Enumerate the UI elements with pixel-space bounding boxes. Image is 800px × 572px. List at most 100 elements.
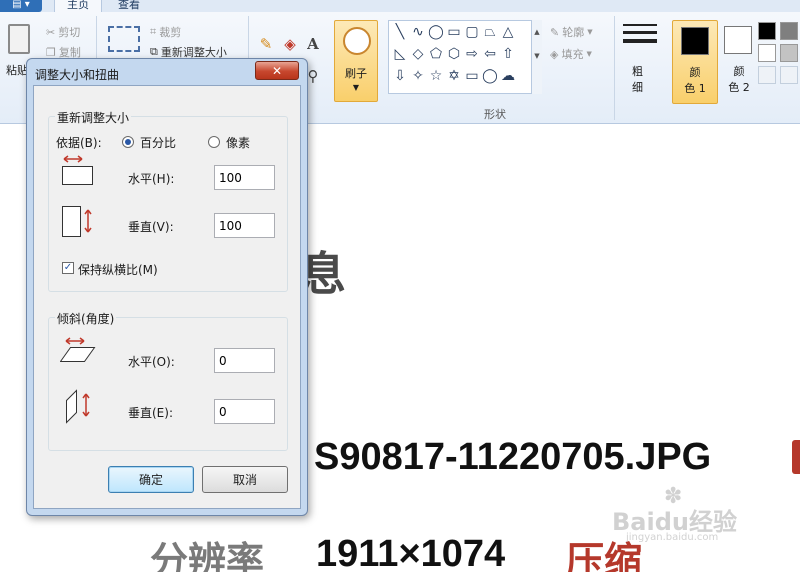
skew-vertical-input[interactable]: 0 xyxy=(214,399,275,424)
rounded-callout-shape-icon[interactable]: ▭ xyxy=(463,67,481,85)
copy-icon: ❐ xyxy=(46,45,56,59)
keep-aspect-ratio-label[interactable]: 保持纵横比(M) xyxy=(78,261,158,278)
tab-view[interactable]: 查看 xyxy=(106,0,152,12)
shapes-gallery: ╲ ∿ ◯ ▭ ▢ ⏢ △ ◺ ◇ ⬠ ⬡ ⇨ ⇦ ⇧ ⇩ ✧ ☆ ✡ ▭ ◯ … xyxy=(388,20,542,94)
palette-empty[interactable] xyxy=(780,66,798,84)
resize-vertical-label: 垂直(V): xyxy=(128,220,174,234)
background-filename: S90817-11220705.JPG xyxy=(314,436,712,478)
palette-gray[interactable] xyxy=(780,22,798,40)
four-point-star-shape-icon[interactable]: ✧ xyxy=(409,67,427,85)
crop-button[interactable]: ⌗ 裁剪 xyxy=(150,24,181,40)
resize-horizontal-label: 水平(H): xyxy=(128,172,175,186)
triangle-shape-icon[interactable]: △ xyxy=(499,23,517,41)
percent-radio[interactable] xyxy=(122,136,134,148)
color2-button[interactable]: 颜 色 2 xyxy=(716,20,762,104)
dialog-title: 调整大小和扭曲 xyxy=(35,68,120,82)
dialog-body: 重新调整大小 依据(B): 百分比 像素 水平(H): 100 垂直(V): 1… xyxy=(33,85,301,509)
file-menu-button[interactable]: ▤ ▾ xyxy=(0,0,42,12)
resize-horizontal-input[interactable]: 100 xyxy=(214,165,275,190)
oval-shape-icon[interactable]: ◯ xyxy=(427,23,445,41)
vertical-skew-icon xyxy=(66,389,90,424)
line-width-icon xyxy=(623,24,657,50)
vertical-resize-icon xyxy=(62,206,92,237)
fill-bucket-icon[interactable]: ◈ xyxy=(280,34,300,54)
color1-button[interactable]: 颜 色 1 xyxy=(672,20,718,104)
resize-skew-dialog: 调整大小和扭曲 ✕ 重新调整大小 依据(B): 百分比 像素 水平(H): 10… xyxy=(26,58,308,516)
pixels-radio[interactable] xyxy=(208,136,220,148)
outline-button[interactable]: ✎ 轮廓 ▼ xyxy=(550,24,593,40)
diamond-shape-icon[interactable]: ◇ xyxy=(409,45,427,63)
palette-white[interactable] xyxy=(758,44,776,62)
right-triangle-shape-icon[interactable]: ◺ xyxy=(391,45,409,63)
skew-horizontal-input[interactable]: 0 xyxy=(214,348,275,373)
horizontal-skew-icon xyxy=(60,337,96,362)
cloud-callout-shape-icon[interactable]: ☁ xyxy=(499,67,517,85)
cut-label: 剪切 xyxy=(58,26,81,39)
shapes-group-label: 形状 xyxy=(484,108,506,121)
size-button[interactable]: 粗 细 xyxy=(620,20,662,102)
background-resolution-value: 1911×1074 xyxy=(316,533,506,572)
shapes-scroll-arrows[interactable]: ▲ ▼ xyxy=(531,20,542,94)
right-arrow-shape-icon[interactable]: ⇨ xyxy=(463,45,481,63)
curve-shape-icon[interactable]: ∿ xyxy=(409,23,427,41)
color2-swatch xyxy=(724,26,752,54)
color2-label: 颜 色 2 xyxy=(728,65,750,94)
pencil-icon[interactable]: ✎ xyxy=(256,34,276,54)
clipboard-icon xyxy=(8,24,30,54)
down-arrow-shape-icon[interactable]: ⇩ xyxy=(391,67,409,85)
basis-label: 依据(B): xyxy=(56,136,102,150)
chevron-down-icon: ▼ xyxy=(352,83,360,92)
resize-vertical-input[interactable]: 100 xyxy=(214,213,275,238)
brush-icon xyxy=(343,27,371,55)
rectangle-shape-icon[interactable]: ▭ xyxy=(445,23,463,41)
fill-icon: ◈ xyxy=(550,47,559,61)
ok-button[interactable]: 确定 xyxy=(108,466,194,493)
horizontal-resize-icon xyxy=(62,155,93,185)
keep-aspect-ratio-checkbox[interactable]: ✓ xyxy=(62,262,74,274)
pentagon-shape-icon[interactable]: ⬠ xyxy=(427,45,445,63)
paste-label: 粘贴 xyxy=(6,64,28,77)
close-button[interactable]: ✕ xyxy=(255,61,299,80)
crop-label: 裁剪 xyxy=(159,26,182,39)
chevron-down-icon: ▼ xyxy=(587,28,593,36)
percent-label[interactable]: 百分比 xyxy=(140,134,176,151)
skew-vertical-label: 垂直(E): xyxy=(128,406,173,420)
chevron-down-icon: ▼ xyxy=(586,50,592,58)
divider xyxy=(614,16,615,120)
brush-button[interactable]: 刷子 ▼ xyxy=(334,20,378,102)
ribbon-tab-bar: ▤ ▾ 主页 查看 xyxy=(0,0,800,12)
resize-icon: ⧉ xyxy=(150,45,158,58)
text-tool-icon[interactable]: A xyxy=(303,34,323,54)
left-arrow-shape-icon[interactable]: ⇦ xyxy=(481,45,499,63)
watermark-url: jingyan.baidu.com xyxy=(626,532,719,543)
brush-label: 刷子 xyxy=(345,67,367,80)
hexagon-shape-icon[interactable]: ⬡ xyxy=(445,45,463,63)
scissors-icon: ✂ xyxy=(46,25,56,39)
line-shape-icon[interactable]: ╲ xyxy=(391,23,409,41)
skew-group-legend: 倾斜(角度) xyxy=(55,310,117,327)
tab-home[interactable]: 主页 xyxy=(54,0,102,12)
color1-swatch xyxy=(681,27,709,55)
outline-label: 轮廓 xyxy=(562,26,585,39)
polygon-shape-icon[interactable]: ⏢ xyxy=(481,23,499,41)
palette-empty[interactable] xyxy=(758,66,776,84)
select-button[interactable] xyxy=(108,26,140,52)
resize-group-legend: 重新调整大小 xyxy=(55,109,132,126)
cut-button[interactable]: ✂ 剪切 xyxy=(46,24,80,40)
background-resolution-label: 分辨率 xyxy=(150,541,265,572)
size-label: 粗 细 xyxy=(632,65,643,94)
cancel-button[interactable]: 取消 xyxy=(202,466,288,493)
five-point-star-shape-icon[interactable]: ☆ xyxy=(427,67,445,85)
fill-button[interactable]: ◈ 填充 ▼ xyxy=(550,46,592,62)
palette-light-gray[interactable] xyxy=(780,44,798,62)
pixels-label[interactable]: 像素 xyxy=(226,134,250,151)
rounded-rectangle-shape-icon[interactable]: ▢ xyxy=(463,23,481,41)
outline-icon: ✎ xyxy=(550,25,560,39)
up-arrow-shape-icon[interactable]: ⇧ xyxy=(499,45,517,63)
color1-label: 颜 色 1 xyxy=(684,66,706,95)
background-red-text-fragment xyxy=(792,440,800,474)
fill-label: 填充 xyxy=(561,48,584,61)
palette-black[interactable] xyxy=(758,22,776,40)
oval-callout-shape-icon[interactable]: ◯ xyxy=(481,67,499,85)
six-point-star-shape-icon[interactable]: ✡ xyxy=(445,67,463,85)
